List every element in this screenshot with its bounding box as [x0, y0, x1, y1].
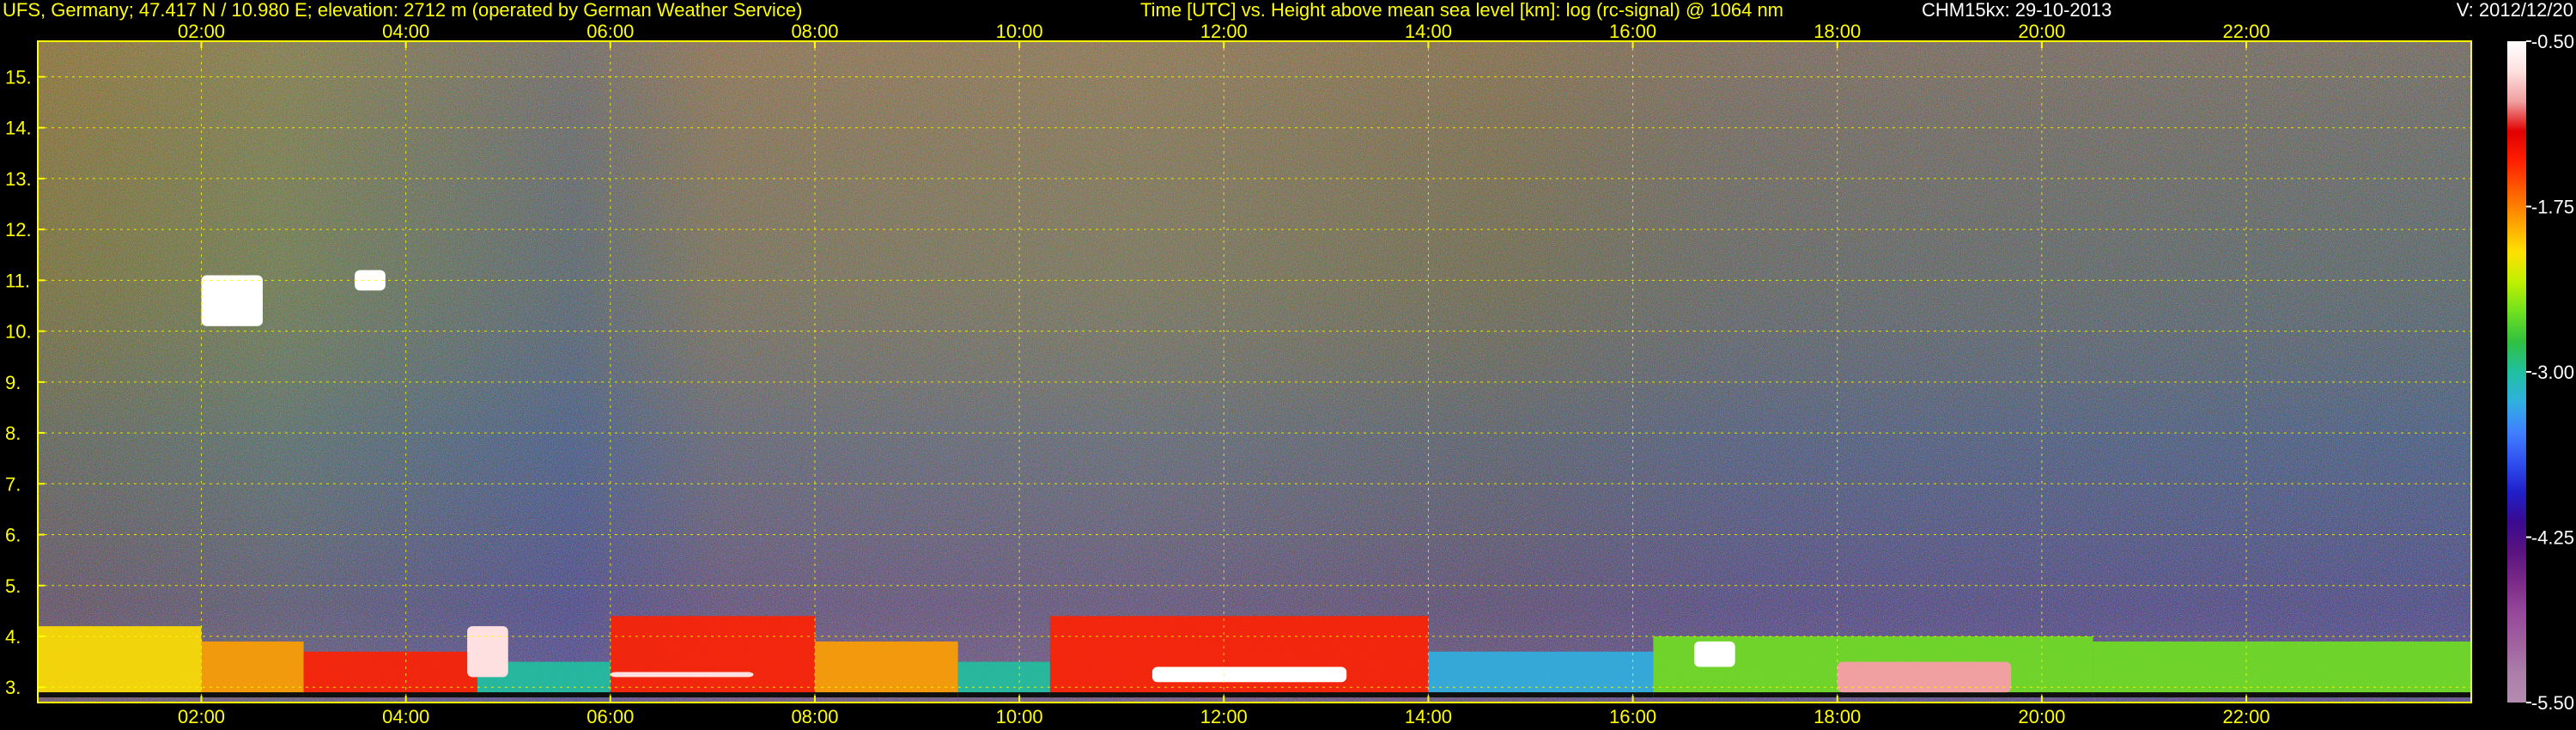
boundary-layer: [2093, 641, 2471, 698]
y-tick-label: 12.: [5, 219, 32, 240]
y-tick-label: 13.: [5, 168, 32, 190]
cloud-patch: [467, 626, 508, 678]
site-info: UFS, Germany; 47.417 N / 10.980 E; eleva…: [3, 0, 802, 21]
colorbar-tick-label: -5.50: [2531, 692, 2574, 714]
ground-band: [2093, 692, 2471, 698]
y-tick-label: 3.: [5, 677, 21, 698]
x-tick-label: 04:00: [382, 706, 429, 727]
signal-noise: [38, 41, 2471, 703]
colorbar-tick-label: -4.25: [2531, 527, 2574, 549]
x-tick-label: 22:00: [2223, 21, 2270, 42]
boundary-layer: [303, 651, 478, 698]
ground-band: [1428, 692, 1654, 698]
y-tick-label: 9.: [5, 372, 21, 393]
y-tick-label: 8.: [5, 423, 21, 444]
ground-band: [814, 692, 958, 698]
x-tick-label: 14:00: [1405, 706, 1452, 727]
x-tick-label: 12:00: [1200, 21, 1248, 42]
ground-band: [477, 692, 611, 698]
instrument-date: CHM15kx: 29-10-2013: [1922, 0, 2111, 21]
cloud-patch: [1694, 641, 1735, 667]
colorbar: [2507, 41, 2526, 703]
x-tick-label: 16:00: [1609, 21, 1656, 42]
boundary-layer: [814, 641, 958, 698]
x-tick-label: 08:00: [791, 21, 838, 42]
colorbar-tick-label: -0.50: [2531, 31, 2574, 52]
cloud-patch: [1837, 661, 2012, 693]
plot-area: [38, 41, 2471, 703]
colorbar-tick-label: -3.00: [2531, 362, 2574, 383]
ground-band: [957, 692, 1050, 698]
ground-band: [38, 692, 202, 698]
boundary-layer: [610, 616, 815, 698]
y-tick-label: 6.: [5, 525, 21, 546]
x-tick-label: 18:00: [1814, 706, 1861, 727]
x-tick-label: 14:00: [1405, 21, 1452, 42]
axis-title: Time [UTC] vs. Height above mean sea lev…: [1140, 0, 1783, 21]
x-tick-label: 20:00: [2018, 706, 2065, 727]
version-label: V: 2012/12/20: [2457, 0, 2573, 21]
x-tick-label: 12:00: [1200, 706, 1248, 727]
y-tick-label: 11.: [5, 270, 30, 291]
boundary-layer: [1049, 616, 1429, 698]
ground-band: [303, 692, 478, 698]
ground-band: [1049, 692, 1429, 698]
x-tick-label: 10:00: [996, 21, 1043, 42]
x-tick-label: 18:00: [1814, 21, 1861, 42]
y-tick-label: 7.: [5, 473, 21, 495]
x-tick-label: 16:00: [1609, 706, 1656, 727]
x-tick-label: 08:00: [791, 706, 838, 727]
ground-band: [610, 692, 815, 698]
x-tick-label: 20:00: [2018, 21, 2065, 42]
cloud-patch: [201, 275, 263, 326]
y-tick-label: 4.: [5, 626, 21, 648]
x-tick-label: 10:00: [996, 706, 1043, 727]
cloud-patch: [1151, 666, 1347, 683]
ceilometer-chart: UFS, Germany; 47.417 N / 10.980 E; eleva…: [3, 0, 2574, 727]
y-tick-label: 15.: [5, 66, 32, 88]
y-tick-label: 10.: [5, 321, 32, 343]
x-tick-label: 22:00: [2223, 706, 2270, 727]
boundary-layer: [957, 661, 1050, 698]
x-tick-label: 06:00: [586, 706, 634, 727]
colorbar-tick-label: -1.75: [2531, 197, 2574, 218]
colorbar-ticks: -0.50 -1.75 -3.00 -4.25 -5.50: [2526, 31, 2574, 714]
boundary-layer: [201, 641, 304, 698]
ground-band: [201, 692, 304, 698]
cloud-patch: [610, 672, 754, 678]
ground-band: [1653, 692, 2093, 698]
y-tick-label: 5.: [5, 575, 21, 597]
boundary-layer: [1428, 651, 1654, 698]
y-tick-label: 14.: [5, 118, 32, 139]
boundary-layer: [38, 626, 202, 698]
x-tick-label: 02:00: [178, 706, 225, 727]
x-tick-label: 04:00: [382, 21, 429, 42]
x-tick-label: 06:00: [586, 21, 634, 42]
x-tick-label: 02:00: [178, 21, 225, 42]
